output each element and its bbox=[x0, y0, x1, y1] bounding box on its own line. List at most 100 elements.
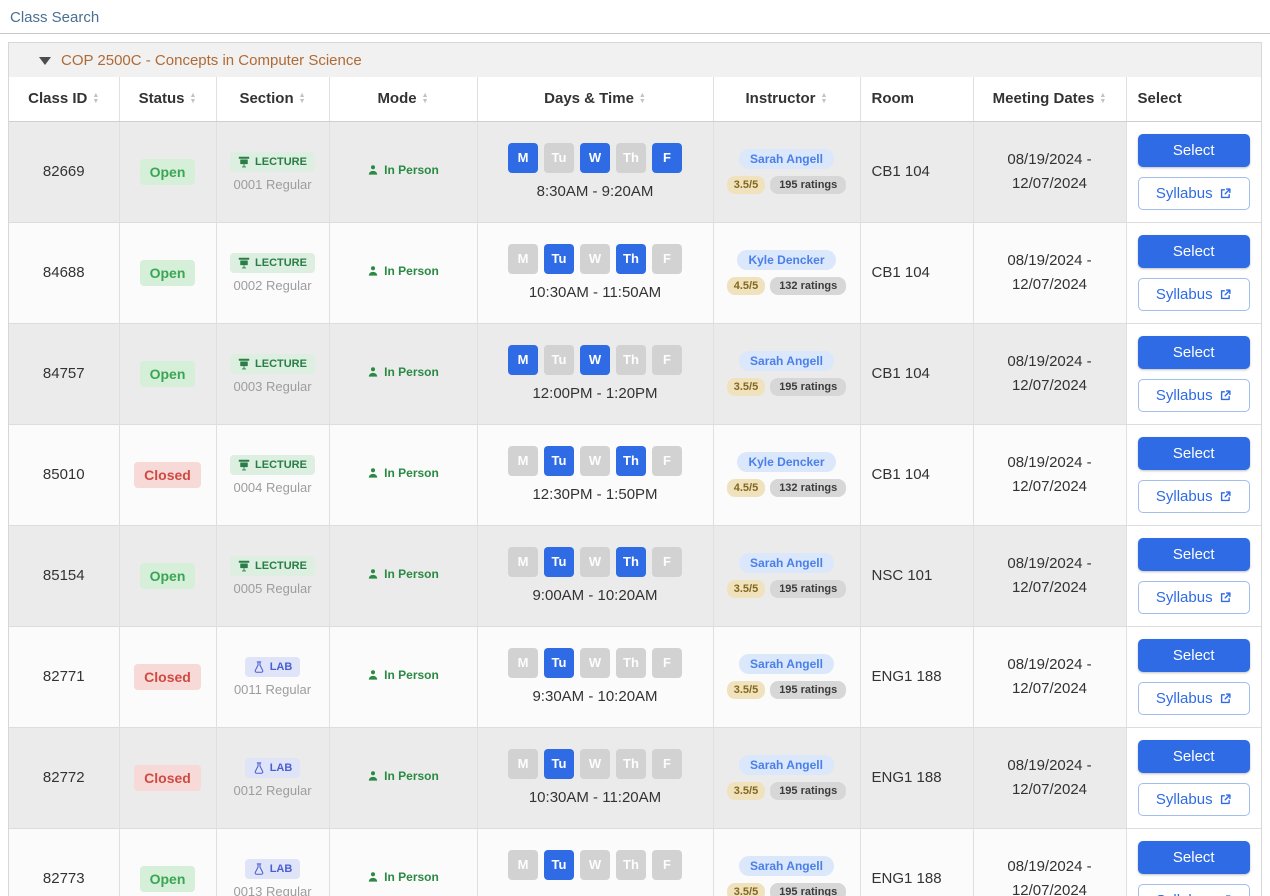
lab-icon bbox=[254, 862, 264, 875]
syllabus-button[interactable]: Syllabus bbox=[1137, 782, 1250, 816]
instructor-name-pill[interactable]: Sarah Angell bbox=[739, 856, 834, 876]
class-row: 84757 Open LECTURE 0003 Regular In Perso… bbox=[9, 323, 1261, 425]
day-chip-th: Th bbox=[616, 648, 646, 678]
day-chip-m: M bbox=[508, 446, 538, 476]
sort-icon[interactable]: ▲ ▼ bbox=[639, 92, 646, 105]
syllabus-button[interactable]: Syllabus bbox=[1137, 378, 1250, 412]
day-chip-w: W bbox=[580, 648, 610, 678]
column-header-mode[interactable]: Mode ▲ ▼ bbox=[328, 77, 477, 122]
class-results-table: Class ID ▲ ▼ Status ▲ ▼ Section ▲ ▼ Mode ▲ ▼ Day… bbox=[9, 77, 1261, 896]
instructor-name-pill[interactable]: Sarah Angell bbox=[739, 755, 834, 775]
syllabus-button[interactable]: Syllabus bbox=[1137, 681, 1250, 715]
column-header-class-id[interactable]: Class ID ▲ ▼ bbox=[9, 77, 119, 122]
status-badge: Open bbox=[139, 259, 196, 286]
status-badge: Closed bbox=[134, 663, 201, 690]
sort-icon[interactable]: ▲ ▼ bbox=[299, 92, 306, 105]
room-cell: CB1 104 bbox=[859, 323, 973, 425]
mode-cell: In Person bbox=[328, 525, 477, 627]
column-header-section[interactable]: Section ▲ ▼ bbox=[215, 77, 329, 122]
mode-label: In Person bbox=[384, 668, 439, 682]
collapse-triangle-icon[interactable] bbox=[39, 56, 51, 65]
day-chip-m: M bbox=[508, 648, 538, 678]
column-header-meeting-dates[interactable]: Meeting Dates ▲ ▼ bbox=[972, 77, 1126, 122]
external-link-icon bbox=[1220, 389, 1231, 400]
day-chip-th: Th bbox=[616, 446, 646, 476]
syllabus-button[interactable]: Syllabus bbox=[1137, 580, 1250, 614]
status-cell: Open bbox=[118, 525, 216, 627]
syllabus-button[interactable]: Syllabus bbox=[1137, 479, 1250, 513]
section-type-badge: LECTURE bbox=[230, 555, 315, 576]
person-icon bbox=[368, 468, 378, 478]
section-number: 0011 Regular bbox=[233, 681, 312, 697]
section-type-label: LAB bbox=[269, 660, 293, 673]
syllabus-label: Syllabus bbox=[1155, 386, 1213, 404]
column-header-room: Room bbox=[859, 77, 973, 122]
instructor-name-pill[interactable]: Sarah Angell bbox=[739, 351, 834, 371]
section-cell: LECTURE 0001 Regular bbox=[215, 121, 329, 223]
select-button[interactable]: Select bbox=[1137, 840, 1250, 874]
mode-label: In Person bbox=[384, 163, 439, 177]
sort-icon[interactable]: ▲ ▼ bbox=[821, 92, 828, 105]
meeting-dates-cell: 08/19/2024 - 12/07/2024 bbox=[972, 121, 1126, 223]
room-cell: ENG1 188 bbox=[859, 727, 973, 829]
time-range: 10:30AM - 11:20AM bbox=[528, 789, 662, 806]
select-button[interactable]: Select bbox=[1137, 537, 1250, 571]
external-link-icon bbox=[1220, 490, 1231, 501]
day-chip-f: F bbox=[652, 648, 682, 678]
mode-label: In Person bbox=[384, 466, 439, 480]
instructor-cell: Sarah Angell 3.5/5 195 ratings bbox=[712, 626, 860, 728]
syllabus-button[interactable]: Syllabus bbox=[1137, 176, 1250, 210]
syllabus-button[interactable]: Syllabus bbox=[1137, 883, 1250, 896]
time-range: 10:30AM - 11:50AM bbox=[528, 284, 662, 301]
select-button[interactable]: Select bbox=[1137, 234, 1250, 268]
select-cell: Select Syllabus bbox=[1125, 525, 1261, 627]
class-row: 85010 Closed LECTURE 0004 Regular In Per… bbox=[9, 424, 1261, 526]
class-id-cell: 85154 bbox=[9, 525, 119, 627]
mode-cell: In Person bbox=[328, 121, 477, 223]
instructor-name-pill[interactable]: Sarah Angell bbox=[739, 553, 834, 573]
sort-icon[interactable]: ▲ ▼ bbox=[189, 92, 196, 105]
select-button[interactable]: Select bbox=[1137, 436, 1250, 470]
column-header-days-time[interactable]: Days & Time ▲ ▼ bbox=[476, 77, 713, 122]
select-button[interactable]: Select bbox=[1137, 133, 1250, 167]
class-id: 82669 bbox=[42, 163, 85, 180]
meeting-dates-line1: 08/19/2024 - bbox=[1007, 251, 1092, 269]
course-collapse-header[interactable]: COP 2500C - Concepts in Computer Science bbox=[9, 43, 1261, 77]
select-cell: Select Syllabus bbox=[1125, 323, 1261, 425]
day-chip-th: Th bbox=[616, 749, 646, 779]
select-button[interactable]: Select bbox=[1137, 638, 1250, 672]
class-row: 84688 Open LECTURE 0002 Regular In Perso… bbox=[9, 222, 1261, 324]
column-header-instructor[interactable]: Instructor ▲ ▼ bbox=[712, 77, 860, 122]
section-number: 0012 Regular bbox=[233, 782, 312, 798]
mode-tag: In Person bbox=[367, 769, 439, 783]
select-button[interactable]: Select bbox=[1137, 335, 1250, 369]
table-header: Class ID ▲ ▼ Status ▲ ▼ Section ▲ ▼ Mode ▲ ▼ Day… bbox=[9, 77, 1261, 122]
sort-icon[interactable]: ▲ ▼ bbox=[422, 92, 429, 105]
class-row: 82771 Closed LAB 0011 Regular In Person … bbox=[9, 626, 1261, 728]
section-cell: LAB 0013 Regular bbox=[215, 828, 329, 896]
syllabus-label: Syllabus bbox=[1155, 790, 1213, 808]
class-id-cell: 82669 bbox=[9, 121, 119, 223]
select-button[interactable]: Select bbox=[1137, 739, 1250, 773]
day-chip-th: Th bbox=[616, 244, 646, 274]
day-chip-m: M bbox=[508, 850, 538, 880]
instructor-name-pill[interactable]: Kyle Dencker bbox=[737, 250, 836, 270]
sort-icon[interactable]: ▲ ▼ bbox=[92, 92, 99, 105]
class-row: 82772 Closed LAB 0012 Regular In Person … bbox=[9, 727, 1261, 829]
syllabus-button[interactable]: Syllabus bbox=[1137, 277, 1250, 311]
lab-icon bbox=[254, 660, 264, 673]
syllabus-label: Syllabus bbox=[1155, 285, 1213, 303]
instructor-name-pill[interactable]: Kyle Dencker bbox=[737, 452, 836, 472]
instructor-name-pill[interactable]: Sarah Angell bbox=[739, 149, 834, 169]
section-type-badge: LAB bbox=[244, 757, 301, 778]
meeting-dates-line1: 08/19/2024 - bbox=[1007, 857, 1092, 875]
person-icon bbox=[368, 165, 378, 175]
mode-tag: In Person bbox=[367, 466, 439, 480]
room-cell: ENG1 188 bbox=[859, 626, 973, 728]
sort-icon[interactable]: ▲ ▼ bbox=[1099, 92, 1106, 105]
column-header-status[interactable]: Status ▲ ▼ bbox=[118, 77, 216, 122]
instructor-name-pill[interactable]: Sarah Angell bbox=[739, 654, 834, 674]
room-cell: CB1 104 bbox=[859, 424, 973, 526]
syllabus-label: Syllabus bbox=[1155, 487, 1213, 505]
mode-label: In Person bbox=[384, 870, 439, 884]
